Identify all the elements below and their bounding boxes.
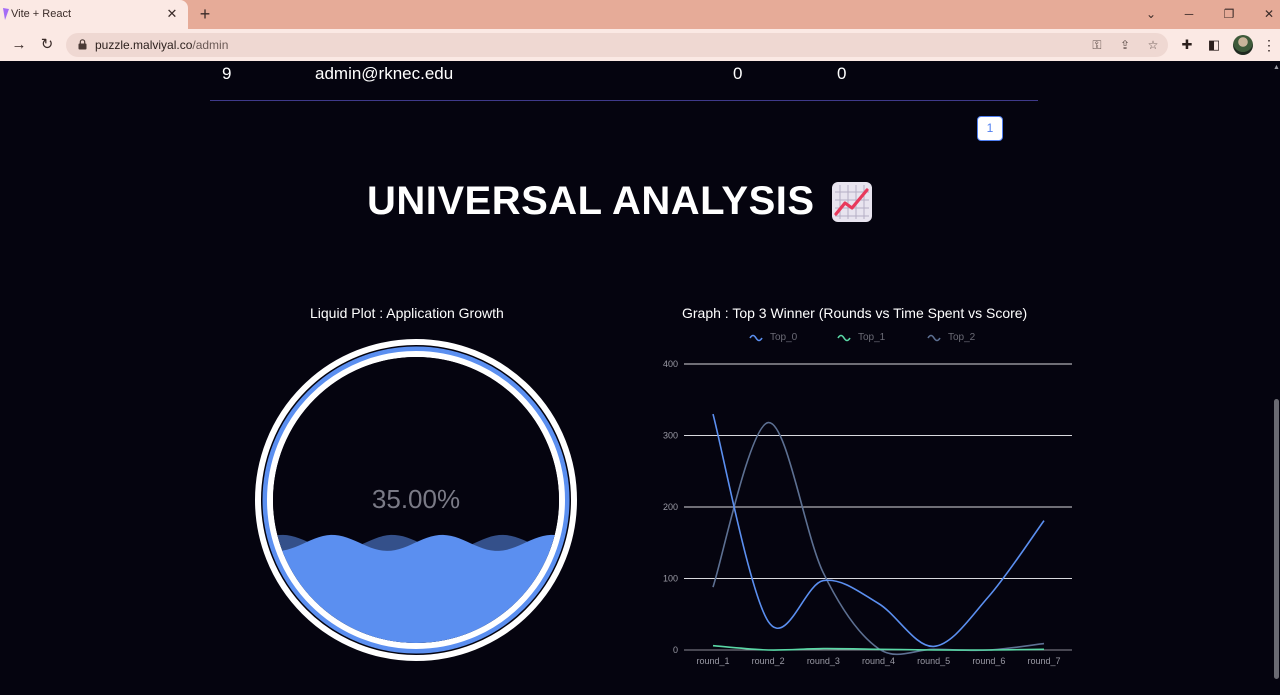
reload-icon[interactable]: ↻ [36,34,58,56]
legend-marker-top-0 [749,334,763,342]
headline-text: UNIVERSAL ANALYSIS [366,179,815,223]
pagination-page-button[interactable]: 1 [977,116,1003,141]
url-text: puzzle.malviyal.co/admin [95,38,228,52]
liquid-percent-label: 35.00% [372,484,460,514]
row-email: admin@rknec.edu [315,64,454,83]
legend-label: Top_1 [858,332,886,343]
side-panel-icon[interactable]: ◧ [1205,36,1223,54]
browser-tab[interactable]: Vite + React ✕ [0,0,188,29]
legend-marker-top-1 [837,334,851,342]
browser-toolbar: → ↻ puzzle.malviyal.co/admin ⚿ ⇪ ☆ ✚ ◧ ⋮ [0,29,1280,61]
row-rank: 9 [222,64,232,83]
liquid-plot-title: Liquid Plot : Application Growth [310,305,504,321]
extensions-icon[interactable]: ✚ [1178,36,1196,54]
scroll-up-arrow-icon[interactable]: ▲ [1273,64,1280,71]
admin-page: ▲ 9 admin@rknec.edu 0 0 1 UNIVERSAL ANAL… [0,61,1280,695]
share-icon[interactable]: ⇪ [1116,36,1134,54]
legend-label: Top_2 [948,332,976,343]
close-window-button[interactable]: ✕ [1258,3,1280,25]
x-tick-label: round_4 [862,656,895,666]
profile-avatar[interactable] [1233,35,1253,55]
browser-tab-strip: Vite + React ✕ + ⌄ ─ ❐ ✕ [0,0,1280,29]
x-tick-label: round_1 [696,656,729,666]
x-tick-label: round_6 [972,656,1005,666]
vite-logo-icon [3,8,9,20]
tab-title: Vite + React [11,8,72,20]
x-tick-label: round_7 [1027,656,1060,666]
table-row-divider [210,100,1038,101]
url-host: puzzle.malviyal.co [95,38,193,52]
x-tick-label: round_3 [807,656,840,666]
series-line-top-2 [712,421,1045,656]
forward-icon[interactable]: → [8,34,30,56]
scrollbar[interactable]: ▲ [1273,61,1280,695]
line-chart: 0 100 200 300 400 round_1 round_2 round_3 round_… [663,332,1072,666]
line-chart-title: Graph : Top 3 Winner (Rounds vs Time Spe… [682,305,1028,321]
y-tick-label: 200 [663,502,678,512]
restore-button[interactable]: ❐ [1218,3,1240,25]
legend-marker-top-2 [927,334,941,342]
y-tick-label: 100 [663,574,678,584]
address-bar[interactable]: puzzle.malviyal.co/admin ⚿ ⇪ ☆ [66,33,1168,57]
chart-increasing-icon [832,181,873,222]
tab-search-icon[interactable]: ⌄ [1140,3,1162,25]
section-headline: UNIVERSAL ANALYSIS [0,179,1240,224]
new-tab-button[interactable]: + [195,4,215,24]
url-path: /admin [192,38,229,52]
bookmark-star-icon[interactable]: ☆ [1144,36,1162,54]
key-icon[interactable]: ⚿ [1088,36,1106,54]
y-tick-label: 300 [663,431,678,441]
legend-label: Top_0 [770,332,798,343]
minimize-button[interactable]: ─ [1178,3,1200,25]
y-tick-label: 400 [663,359,678,369]
lock-icon [78,39,87,50]
row-value-1: 0 [733,64,743,83]
row-value-2: 0 [837,64,847,83]
close-tab-icon[interactable]: ✕ [162,4,182,24]
liquid-plot: 35.00% [255,339,577,661]
scrollbar-thumb[interactable] [1274,399,1279,679]
browser-menu-icon[interactable]: ⋮ [1262,36,1276,54]
x-tick-label: round_2 [752,656,785,666]
x-tick-label: round_5 [917,656,950,666]
series-line-top-0 [712,413,1045,648]
y-tick-label: 0 [673,645,678,655]
